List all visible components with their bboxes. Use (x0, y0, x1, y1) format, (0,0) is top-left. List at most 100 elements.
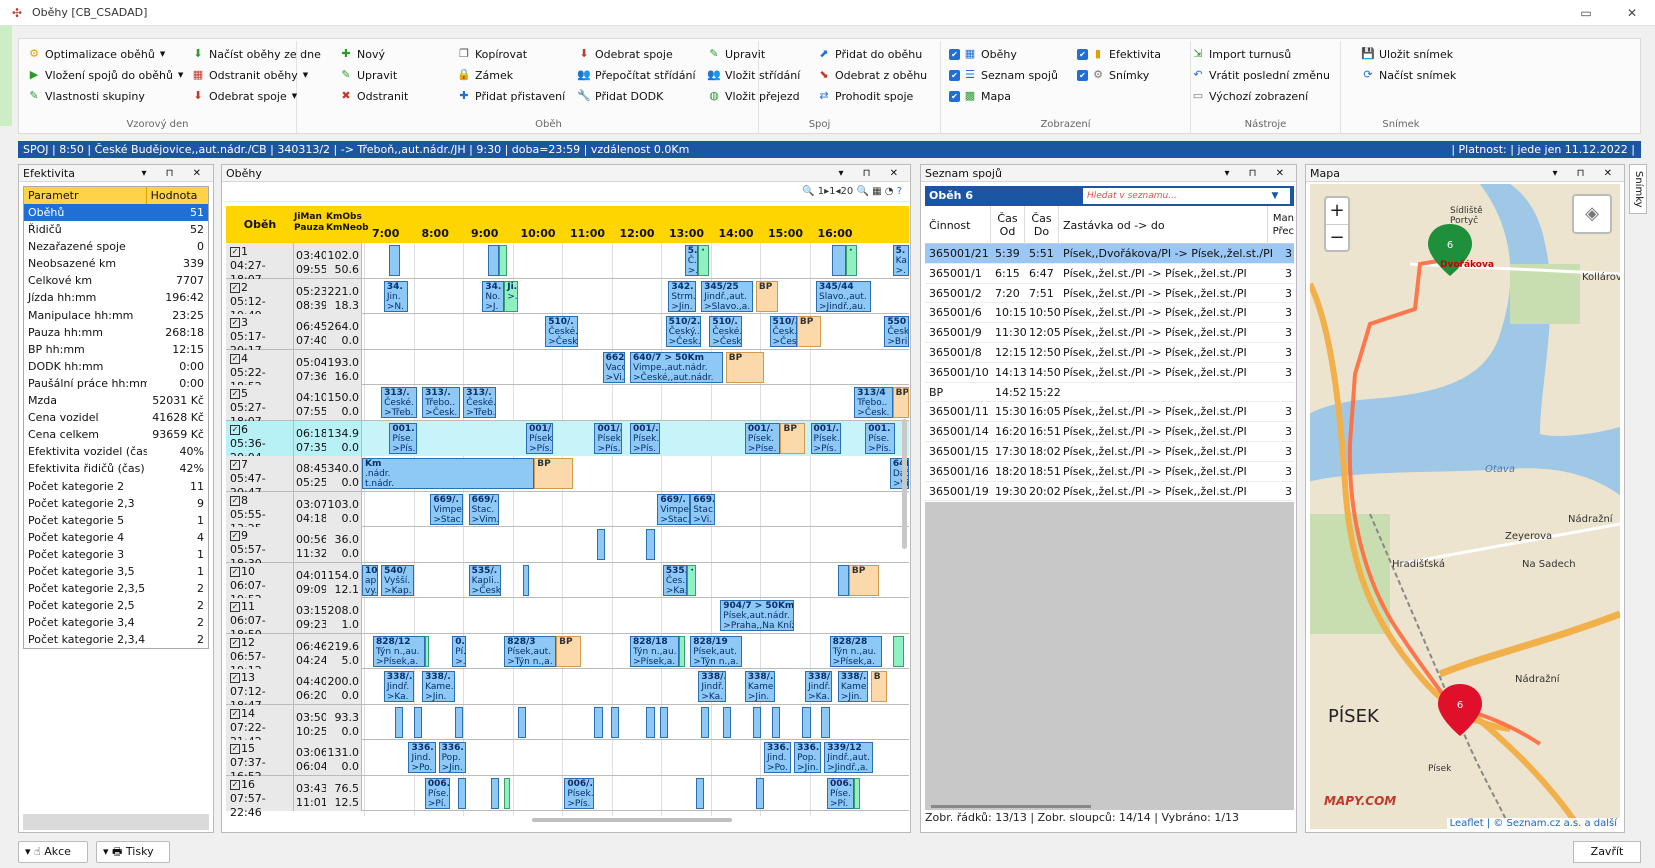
table-row[interactable]: Oběhů 51 (24, 204, 208, 222)
tisky-button[interactable]: ▾ 🖶 Tisky (96, 841, 170, 863)
bp-block[interactable]: B (870, 671, 888, 702)
table-row[interactable]: Počet kategorie 5 1 (24, 512, 208, 529)
zoom-out-icon[interactable]: 🔍 (802, 186, 814, 197)
bp-block[interactable]: BP (780, 422, 806, 454)
odebrat-z-obehu-button[interactable]: ⬊ Odebrat z oběhu (817, 66, 927, 84)
obeh-row[interactable]: ✓705:47-20:4708:4505:25340.00.0Km.nádr.t… (226, 456, 909, 499)
checkbox-checked[interactable]: ✓ (230, 602, 240, 612)
obeh-row[interactable]: ✓1407:22-21:4203:5010:2593.30.0 (226, 704, 909, 748)
checkbox-checked[interactable]: ✓ (230, 637, 240, 648)
table-row[interactable]: Celkové km 7707 (24, 272, 208, 289)
column-header[interactable]: Man Přec (1268, 206, 1294, 244)
spoj-block[interactable]: 535. Čes. >Ka. (662, 564, 688, 596)
pridat-do-obehu-button[interactable]: ⬈ Přidat do oběhu (817, 45, 927, 63)
checkbox-checked[interactable]: ✓ (230, 460, 240, 470)
seznam-row[interactable]: 365001/1 6:15 6:47 Písek,,žel.st./PI -> Pís… (925, 264, 1294, 284)
spoj-block[interactable]: 001/. Písek. >Pís. (630, 422, 661, 454)
spoj-block[interactable]: 001/. Písek. >Pís. (810, 422, 841, 454)
zamek-button[interactable]: 🔒 Zámek (457, 66, 565, 84)
toggle-efektivita[interactable]: ✔ ▮ Efektivita (1077, 45, 1161, 63)
obeh-row[interactable]: ✓1106:07-18:5003:1509:23208.01.0 904/7 > … (226, 598, 909, 641)
bp-block[interactable]: BP (556, 635, 581, 667)
spoj-block[interactable] (487, 245, 499, 276)
spoj-block[interactable] (498, 245, 507, 276)
spoj-block[interactable]: 336. Jind. >Po. (764, 742, 792, 773)
checkbox-checked[interactable]: ✓ (230, 531, 240, 541)
obeh-label[interactable]: ✓605:36-20:04 (226, 420, 294, 464)
bp-block[interactable]: BP (755, 280, 778, 312)
spoj-block[interactable]: 001. Píse. >Pís. (865, 422, 896, 454)
layers-icon[interactable]: ◈ (1572, 194, 1612, 234)
spoj-block[interactable] (892, 635, 904, 667)
spoj-block[interactable]: Km .nádr. t.nádr. (362, 458, 535, 489)
spoj-block[interactable] (832, 245, 847, 276)
checkbox-checked[interactable]: ✓ (230, 282, 240, 293)
column-header[interactable]: Hodnota (147, 187, 208, 204)
spoj-block[interactable] (457, 777, 466, 809)
seznam-row[interactable]: 365001/8 12:15 12:50 Písek,,žel.st./PI -> P… (925, 343, 1294, 363)
spoj-block[interactable]: 006. Píse. >Pí. (826, 777, 855, 809)
spoj-block[interactable]: 313/. České. >Třeb. (381, 387, 417, 418)
spoj-block[interactable]: · (846, 245, 858, 276)
spoj-block[interactable]: 550 Česk >Bri (884, 316, 909, 347)
seznam-row[interactable]: 365001/21 5:39 5:51 Písek,,Dvořákova/PI -> … (925, 244, 1294, 264)
spoj-block[interactable]: 510/. České. >Česk. (709, 316, 743, 347)
vertical-scrollbar[interactable] (902, 419, 907, 549)
spoj-block[interactable]: 336. Pop. >Jin. (438, 742, 466, 773)
spoj-block[interactable]: 669/. Vimpe. >Stac. (657, 493, 691, 525)
checkbox-checked[interactable]: ✓ (230, 389, 240, 399)
table-row[interactable]: BP hh:mm 12:15 (24, 341, 208, 358)
obeh-label[interactable]: ✓905:57-18:30 (226, 527, 294, 570)
ulozit-snimek-button[interactable]: 💾 Uložit snímek (1361, 45, 1456, 63)
spoj-block[interactable] (517, 706, 527, 738)
upravit-obeh-button[interactable]: ✎ Upravit (339, 66, 408, 84)
spoj-block[interactable]: Ji. >. (504, 280, 518, 312)
panel-controls[interactable]: ▾ ⊓ ✕ (838, 165, 906, 182)
chevron-down-icon[interactable]: ▼ (1260, 188, 1290, 204)
seznam-row[interactable]: 365001/16 18:20 18:51 Písek,,žel.st./PI -> … (925, 462, 1294, 482)
spoj-block[interactable] (753, 706, 762, 738)
obeh-row[interactable]: ✓905:57-18:3000:5611:3236.00.0 (226, 527, 909, 570)
odstranit-obehy-button[interactable]: ▦ Odstranit oběhy ▼ (191, 66, 321, 84)
obeh-label[interactable]: ✓205:12-19:49 (226, 278, 294, 322)
spoj-block[interactable] (821, 706, 830, 738)
spoj-block[interactable] (424, 635, 429, 667)
column-header[interactable]: Činnost (925, 206, 991, 244)
marker-red[interactable]: 6 (1438, 684, 1482, 736)
vlozit-prejezd-button[interactable]: ◍ Vložit přejezd (707, 87, 800, 105)
table-row[interactable]: Počet kategorie 3,4 2 (24, 614, 208, 631)
vratit-zmenu-button[interactable]: ↶ Vrátit poslední změnu (1191, 66, 1330, 84)
checkbox-checked[interactable]: ✓ (230, 779, 240, 790)
seznam-row[interactable]: 365001/11 15:30 16:05 Písek,,žel.st./PI -> … (925, 402, 1294, 423)
spoj-block[interactable]: 662/Vaco.>Vi. (602, 351, 625, 383)
spoj-block[interactable]: 313/. Třebo.. >Česk. (422, 387, 461, 418)
spoj-block[interactable] (389, 245, 401, 276)
bp-block[interactable]: BP (725, 351, 765, 383)
optimalizace-button[interactable]: ⚙ Optimalizace oběhů ▼ (27, 45, 183, 63)
checkbox-checked[interactable]: ✔ (949, 48, 960, 60)
search-input[interactable]: Hledat v seznamu... (1083, 188, 1263, 204)
table-row[interactable]: Počet kategorie 2 11 (24, 478, 208, 495)
column-header[interactable]: Čas Do (1025, 206, 1059, 244)
spoj-block[interactable]: 006. Píse. >Pí. (424, 777, 450, 809)
seznam-row[interactable]: 365001/19 19:30 20:02 Písek,,žel.st./PI -> … (925, 482, 1294, 502)
bp-block[interactable]: BP (892, 387, 909, 418)
spoj-block[interactable]: · (687, 564, 696, 596)
spoj-block[interactable]: 001. Píse. >Pís. (389, 422, 417, 454)
seznam-row[interactable]: 365001/6 10:15 10:50 Písek,,žel.st./PI -> P… (925, 303, 1294, 324)
obeh-label[interactable]: ✓1507:37-16:52 (226, 740, 294, 783)
seznam-row[interactable]: BP 14:52 15:22 (925, 383, 1294, 403)
table-row[interactable]: Počet kategorie 2,3,5 2 (24, 580, 208, 597)
table-row[interactable]: Počet kategorie 3 1 (24, 546, 208, 563)
obeh-row[interactable]: ✓205:12-19:4905:2308:39221.018.334.Jin.>… (226, 278, 909, 322)
column-header[interactable]: Čas Od (991, 206, 1025, 244)
obeh-label[interactable]: ✓ 16 07:57-22:46 (226, 775, 294, 816)
spoj-block[interactable] (755, 777, 765, 809)
obeh-row[interactable]: ✓1307:12-18:4704:4006:20200.00.0338/.Jin… (226, 669, 909, 712)
spoj-block[interactable]: 34. No. >J. (482, 280, 505, 312)
spoj-block[interactable]: 828/19 Písek,aut. >Týn n.,a. (690, 635, 743, 667)
obeh-row[interactable]: ✓505:27-18:0704:1007:55150.00.0313/.Česk… (226, 385, 909, 428)
spoj-block[interactable] (490, 777, 499, 809)
spoj-block[interactable] (597, 529, 606, 560)
spoj-block[interactable]: 10.apl.vy. (362, 564, 379, 596)
